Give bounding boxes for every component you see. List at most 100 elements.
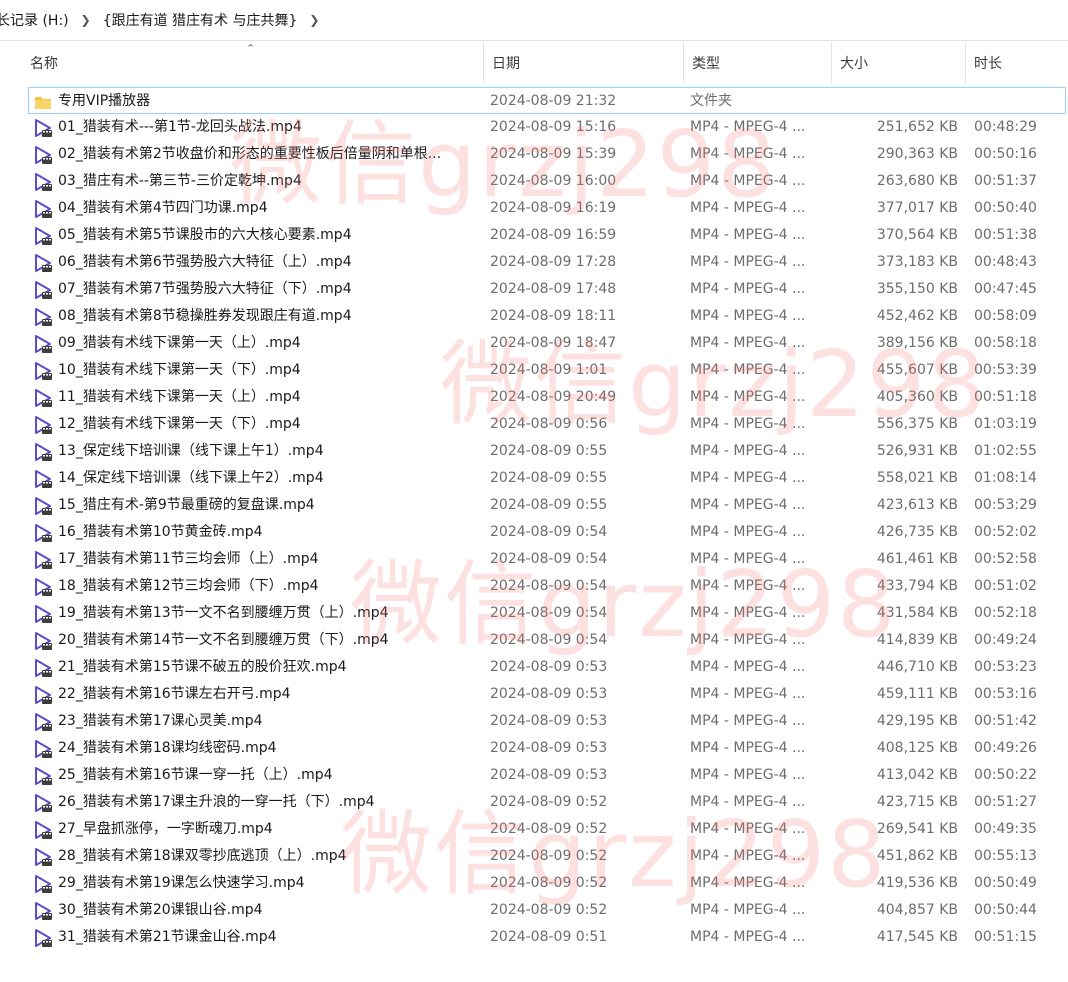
video-file-icon xyxy=(32,384,54,411)
video-file-icon xyxy=(32,114,54,141)
video-file-icon xyxy=(32,573,54,600)
file-row[interactable]: 02_猎装有术第2节收盘价和形态的重要性板后倍量阴和单根... 2024-08-0… xyxy=(0,141,1068,168)
file-type: MP4 - MPEG-4 ... xyxy=(690,362,806,378)
file-date: 2024-08-09 0:53 xyxy=(490,740,608,756)
file-row[interactable]: 11_猎装有术线下课第一天（上）.mp4 2024-08-09 20:49 MP4 … xyxy=(0,384,1068,411)
file-duration: 00:50:40 xyxy=(974,200,1037,216)
file-row[interactable]: 19_猎装有术第13节一文不名到腰缠万贯（上）.mp4 2024-08-09 0:… xyxy=(0,600,1068,627)
file-row[interactable]: 08_猎装有术第8节稳操胜券发现跟庄有道.mp4 2024-08-09 18:11… xyxy=(0,303,1068,330)
folder-row[interactable]: 专用VIP播放器 2024-08-09 21:32 文件夹 xyxy=(28,87,1066,114)
file-row[interactable]: 09_猎装有术线下课第一天（上）.mp4 2024-08-09 18:47 MP4 … xyxy=(0,330,1068,357)
file-size: 251,652 KB xyxy=(876,119,958,135)
file-name: 07_猎装有术第7节强势股六大特征（下）.mp4 xyxy=(58,281,352,297)
file-row[interactable]: 29_猎装有术第19课怎么快速学习.mp4 2024-08-09 0:52 MP4 … xyxy=(0,870,1068,897)
file-row[interactable]: 07_猎装有术第7节强势股六大特征（下）.mp4 2024-08-09 17:48… xyxy=(0,276,1068,303)
file-name: 01_猎装有术---第1节-龙回头战法.mp4 xyxy=(58,119,302,135)
file-type: MP4 - MPEG-4 ... xyxy=(690,902,806,918)
file-row[interactable]: 23_猎装有术第17课心灵美.mp4 2024-08-09 0:53 MP4 - M… xyxy=(0,708,1068,735)
video-file-icon xyxy=(32,465,54,492)
file-row[interactable]: 03_猎庄有术--第三节-三价定乾坤.mp4 2024-08-09 16:00 MP… xyxy=(0,168,1068,195)
file-size: 426,735 KB xyxy=(876,524,958,540)
file-name: 29_猎装有术第19课怎么快速学习.mp4 xyxy=(58,875,305,891)
file-name: 08_猎装有术第8节稳操胜券发现跟庄有道.mp4 xyxy=(58,308,352,324)
file-size: 451,862 KB xyxy=(876,848,958,864)
file-name: 28_猎装有术第18课双零抄底逃顶（上）.mp4 xyxy=(58,848,347,864)
file-row[interactable]: 27_早盘抓涨停，一字断魂刀.mp4 2024-08-09 0:52 MP4 - M… xyxy=(0,816,1068,843)
file-date: 2024-08-09 21:32 xyxy=(490,93,617,109)
file-duration: 00:58:18 xyxy=(974,335,1037,351)
file-name: 27_早盘抓涨停，一字断魂刀.mp4 xyxy=(58,821,273,837)
file-name: 12_猎装有术线下课第一天（下）.mp4 xyxy=(58,416,301,432)
file-duration: 00:49:24 xyxy=(974,632,1037,648)
file-date: 2024-08-09 0:55 xyxy=(490,470,608,486)
column-header-type[interactable]: 类型 xyxy=(684,42,832,84)
video-file-icon xyxy=(32,411,54,438)
file-date: 2024-08-09 0:53 xyxy=(490,713,608,729)
file-row[interactable]: 22_猎装有术第16节课左右开弓.mp4 2024-08-09 0:53 MP4 -… xyxy=(0,681,1068,708)
file-date: 2024-08-09 16:19 xyxy=(490,200,617,216)
file-name: 04_猎装有术第4节四门功课.mp4 xyxy=(58,200,268,216)
file-row[interactable]: 01_猎装有术---第1节-龙回头战法.mp4 2024-08-09 15:16 M… xyxy=(0,114,1068,141)
file-size: 417,545 KB xyxy=(876,929,958,945)
file-row[interactable]: 30_猎装有术第20课银山谷.mp4 2024-08-09 0:52 MP4 - M… xyxy=(0,897,1068,924)
column-header-size[interactable]: 大小 xyxy=(832,42,966,84)
file-duration xyxy=(974,88,1064,115)
file-date: 2024-08-09 17:48 xyxy=(490,281,617,297)
file-type: MP4 - MPEG-4 ... xyxy=(690,929,806,945)
file-row[interactable]: 13_保定线下培训课（线下课上午1）.mp4 2024-08-09 0:55 MP4… xyxy=(0,438,1068,465)
file-type: 文件夹 xyxy=(690,93,732,109)
file-size: 370,564 KB xyxy=(876,227,958,243)
file-size: 408,125 KB xyxy=(876,740,958,756)
file-name: 02_猎装有术第2节收盘价和形态的重要性板后倍量阴和单根... xyxy=(58,146,442,162)
file-duration: 01:03:19 xyxy=(974,416,1037,432)
file-row[interactable]: 14_保定线下培训课（线下课上午2）.mp4 2024-08-09 0:55 MP4… xyxy=(0,465,1068,492)
file-row[interactable]: 31_猎装有术第21节课金山谷.mp4 2024-08-09 0:51 MP4 - … xyxy=(0,924,1068,951)
breadcrumb-drive[interactable]: 长记录 (H:) xyxy=(0,10,71,30)
file-row[interactable]: 28_猎装有术第18课双零抄底逃顶（上）.mp4 2024-08-09 0:52 M… xyxy=(0,843,1068,870)
video-file-icon xyxy=(32,816,54,843)
file-size: 558,021 KB xyxy=(876,470,958,486)
file-row[interactable]: 16_猎装有术第10节黄金砖.mp4 2024-08-09 0:54 MP4 - M… xyxy=(0,519,1068,546)
breadcrumb-folder[interactable]: {跟庄有道 猎庄有术 与庄共舞} xyxy=(101,10,300,30)
file-name: 03_猎庄有术--第三节-三价定乾坤.mp4 xyxy=(58,173,302,189)
file-row[interactable]: 24_猎装有术第18课均线密码.mp4 2024-08-09 0:53 MP4 - … xyxy=(0,735,1068,762)
file-name: 14_保定线下培训课（线下课上午2）.mp4 xyxy=(58,470,324,486)
file-size: 526,931 KB xyxy=(876,443,958,459)
column-header-duration[interactable]: 时长 xyxy=(966,42,1068,84)
file-type: MP4 - MPEG-4 ... xyxy=(690,794,806,810)
file-row[interactable]: 15_猎庄有术-第9节最重磅的复盘课.mp4 2024-08-09 0:55 MP4… xyxy=(0,492,1068,519)
file-date: 2024-08-09 0:54 xyxy=(490,524,608,540)
chevron-right-icon[interactable]: ❯ xyxy=(81,13,91,27)
file-row[interactable]: 21_猎装有术第15节课不破五的股价狂欢.mp4 2024-08-09 0:53 M… xyxy=(0,654,1068,681)
file-size: 455,607 KB xyxy=(876,362,958,378)
file-duration: 00:48:29 xyxy=(974,119,1037,135)
file-row[interactable]: 20_猎装有术第14节一文不名到腰缠万贯（下）.mp4 2024-08-09 0:… xyxy=(0,627,1068,654)
file-row[interactable]: 04_猎装有术第4节四门功课.mp4 2024-08-09 16:19 MP4 - … xyxy=(0,195,1068,222)
file-duration: 00:51:27 xyxy=(974,794,1037,810)
file-date: 2024-08-09 0:55 xyxy=(490,497,608,513)
file-type: MP4 - MPEG-4 ... xyxy=(690,659,806,675)
file-date: 2024-08-09 1:01 xyxy=(490,362,608,378)
file-row[interactable]: 05_猎装有术第5节课股市的六大核心要素.mp4 2024-08-09 16:59… xyxy=(0,222,1068,249)
file-size: 405,360 KB xyxy=(876,389,958,405)
video-file-icon xyxy=(32,357,54,384)
file-duration: 00:51:18 xyxy=(974,389,1037,405)
file-date: 2024-08-09 0:54 xyxy=(490,578,608,594)
file-row[interactable]: 17_猎装有术第11节三均会师（上）.mp4 2024-08-09 0:54 MP4… xyxy=(0,546,1068,573)
file-name: 21_猎装有术第15节课不破五的股价狂欢.mp4 xyxy=(58,659,347,675)
file-duration: 00:49:35 xyxy=(974,821,1037,837)
video-file-icon xyxy=(32,438,54,465)
file-row[interactable]: 26_猎装有术第17课主升浪的一穿一托（下）.mp4 2024-08-09 0:5… xyxy=(0,789,1068,816)
file-row[interactable]: 12_猎装有术线下课第一天（下）.mp4 2024-08-09 0:56 MP4 -… xyxy=(0,411,1068,438)
file-row[interactable]: 25_猎装有术第16节课一穿一托（上）.mp4 2024-08-09 0:53 MP… xyxy=(0,762,1068,789)
file-row[interactable]: 10_猎装有术线下课第一天（下）.mp4 2024-08-09 1:01 MP4 -… xyxy=(0,357,1068,384)
column-header-name[interactable]: 名称 xyxy=(22,42,484,84)
file-date: 2024-08-09 20:49 xyxy=(490,389,617,405)
chevron-right-icon[interactable]: ❯ xyxy=(309,13,319,27)
column-header-date[interactable]: 日期 xyxy=(484,42,684,84)
file-type: MP4 - MPEG-4 ... xyxy=(690,605,806,621)
file-row[interactable]: 06_猎装有术第6节强势股六大特征（上）.mp4 2024-08-09 17:28… xyxy=(0,249,1068,276)
file-row[interactable]: 18_猎装有术第12节三均会师（下）.mp4 2024-08-09 0:54 MP4… xyxy=(0,573,1068,600)
file-date: 2024-08-09 16:00 xyxy=(490,173,617,189)
file-duration: 00:53:29 xyxy=(974,497,1037,513)
